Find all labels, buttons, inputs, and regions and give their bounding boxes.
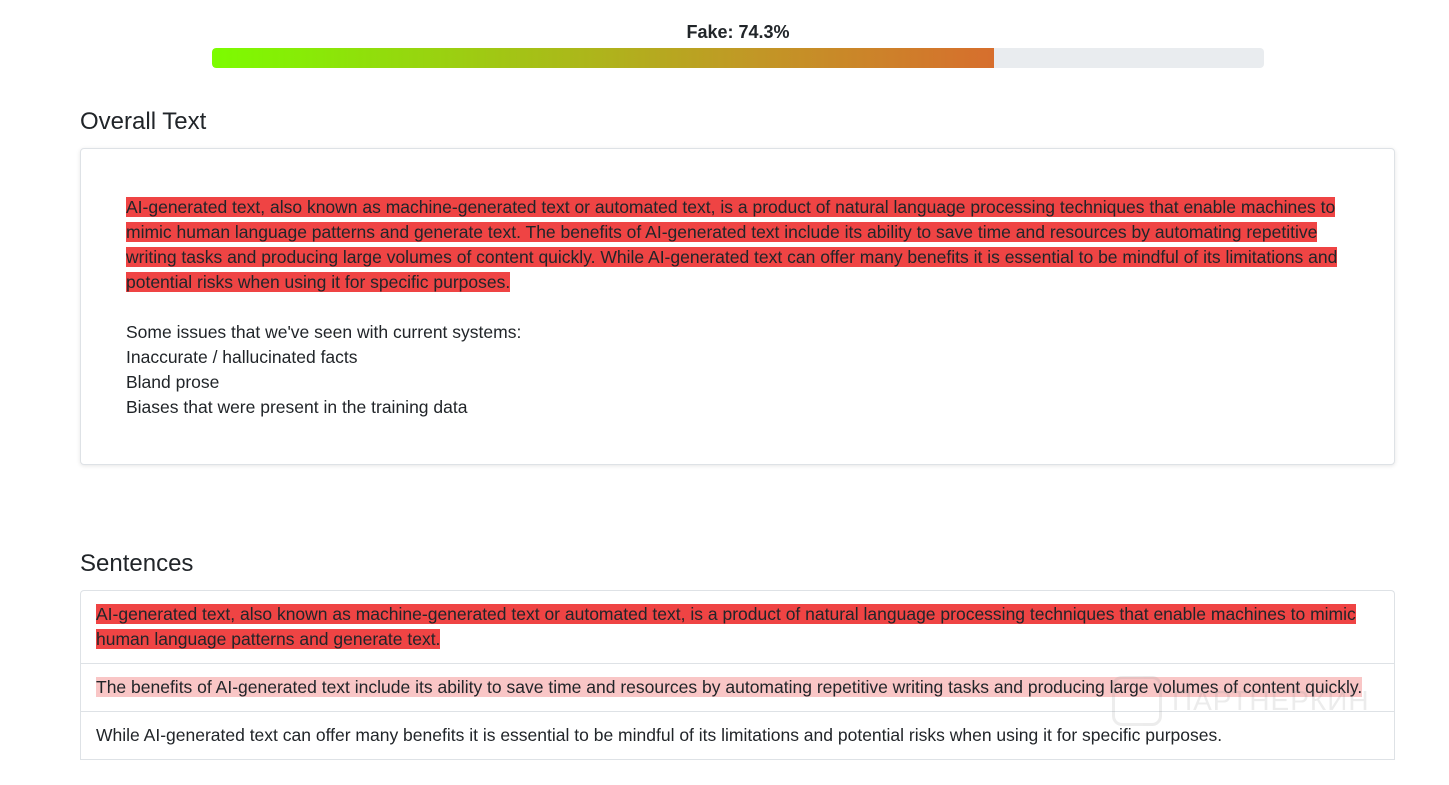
sentence-text: While AI-generated text can offer many b… xyxy=(96,725,1223,745)
sentence-item: AI-generated text, also known as machine… xyxy=(81,591,1394,664)
issue-item: Bland prose xyxy=(126,372,220,392)
sentence-item: While AI-generated text can offer many b… xyxy=(81,712,1394,760)
issues-list: Some issues that we've seen with current… xyxy=(126,320,1356,420)
highlighted-paragraph: AI-generated text, also known as machine… xyxy=(126,197,1338,292)
sentences-heading: Sentences xyxy=(80,550,194,577)
fake-progress-fill xyxy=(212,48,994,68)
overall-text-heading: Overall Text xyxy=(80,108,207,135)
overall-text-card: AI-generated text, also known as machine… xyxy=(80,148,1395,465)
issues-intro: Some issues that we've seen with current… xyxy=(126,322,522,342)
fake-score-label: Fake: 74.3% xyxy=(686,22,790,42)
sentence-text: AI-generated text, also known as machine… xyxy=(96,604,1356,649)
sentence-text: The benefits of AI-generated text includ… xyxy=(96,677,1363,697)
overall-text-body: AI-generated text, also known as machine… xyxy=(126,195,1356,420)
sentence-item: The benefits of AI-generated text includ… xyxy=(81,664,1394,712)
fake-progress-bar xyxy=(212,48,1264,68)
issue-item: Inaccurate / hallucinated facts xyxy=(126,347,358,367)
sentences-list: AI-generated text, also known as machine… xyxy=(80,590,1395,760)
issue-item: Biases that were present in the training… xyxy=(126,397,468,417)
